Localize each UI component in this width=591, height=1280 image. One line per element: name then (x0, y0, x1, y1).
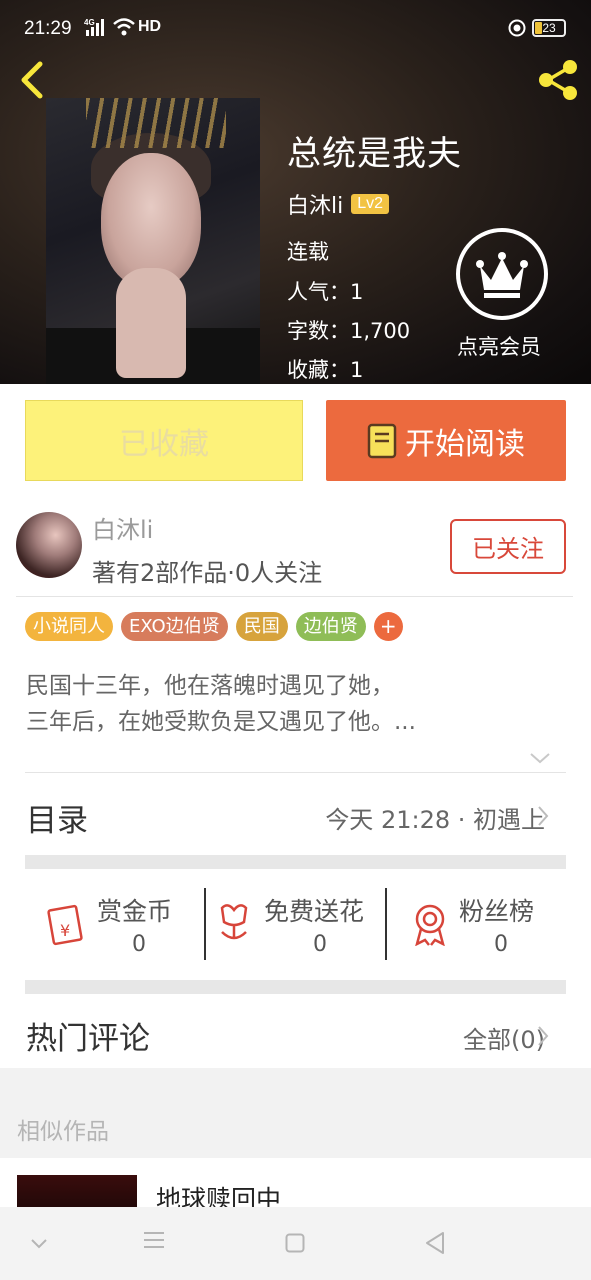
svg-text:¥: ¥ (60, 921, 70, 940)
hot-comments-label: 热门评论 (26, 1021, 150, 1057)
stat-label: 赏金币 (97, 897, 173, 926)
back-triangle-icon[interactable] (424, 1231, 446, 1255)
follow-label: 已关注 (472, 535, 544, 563)
section-separator (25, 980, 566, 994)
book-status: 连载 (287, 240, 329, 264)
author-avatar[interactable] (16, 512, 82, 578)
book-popularity: 人气：1 (287, 280, 364, 304)
toc-latest-chapter[interactable]: 今天 21:28 · 初遇上 (325, 800, 545, 835)
tag-list: 小说同人 EXO边伯贤 民国 边伯贤 + (25, 612, 403, 641)
vip-label: 点亮会员 (457, 335, 541, 359)
divider (25, 772, 566, 773)
book-word-count: 字数：1,700 (287, 319, 411, 343)
author-name[interactable]: 白沐li (287, 188, 343, 220)
home-square-icon[interactable] (285, 1233, 305, 1253)
tag-item[interactable]: 民国 (235, 612, 288, 641)
level-badge: Lv2 (351, 194, 390, 214)
author-line: 白沐li Lv2 (287, 188, 390, 220)
book-icon (367, 423, 397, 458)
reward-coins-stat[interactable]: ¥ 赏金币 0 (25, 888, 205, 960)
share-icon[interactable] (534, 56, 582, 104)
stat-label: 免费送花 (264, 897, 365, 926)
chevron-down-icon[interactable] (30, 1238, 48, 1250)
start-reading-button[interactable]: 开始阅读 (326, 400, 566, 481)
book-favorites: 收藏：1 (287, 358, 364, 382)
network-type: 4G (84, 18, 95, 27)
wifi-icon (113, 18, 135, 36)
stat-value: 0 (132, 932, 146, 957)
tag-item[interactable]: 边伯贤 (295, 612, 366, 641)
stat-label: 粉丝榜 (459, 897, 535, 926)
tag-item[interactable]: 小说同人 (25, 612, 113, 641)
free-flower-stat[interactable]: 免费送花 0 (206, 888, 386, 960)
stat-value: 0 (494, 932, 508, 957)
medal-icon (415, 904, 445, 946)
fan-ranking-stat[interactable]: 粉丝榜 0 (387, 888, 566, 960)
signal-icon: 4G (84, 18, 104, 36)
red-envelope-icon: ¥ (47, 904, 83, 946)
add-tag-button[interactable]: + (373, 612, 403, 641)
menu-icon[interactable] (143, 1230, 165, 1250)
summary-line: 民国十三年，他在落魄时遇见了她， (26, 673, 394, 699)
book-summary[interactable]: 民国十三年，他在落魄时遇见了她， 三年后，在她受欺负是又遇见了他。... (26, 668, 416, 740)
divider (16, 596, 573, 597)
toc-label[interactable]: 目录 (26, 795, 88, 840)
start-reading-label: 开始阅读 (405, 426, 525, 462)
book-title: 总统是我夫 (287, 134, 462, 174)
tag-item[interactable]: EXO边伯贤 (121, 612, 228, 641)
book-detail-screen: 21:29 4G HD 23 总统是我夫 白沐li Lv2 连载 人气：1 字数… (0, 0, 591, 1280)
chevron-down-icon[interactable] (528, 750, 552, 766)
favorited-button[interactable]: 已收藏 (25, 400, 303, 481)
all-comments-link[interactable]: 全部(0) (463, 1020, 545, 1055)
chevron-right-icon (538, 806, 549, 826)
status-bar: 21:29 4G HD 23 (0, 0, 591, 48)
book-header: 21:29 4G HD 23 总统是我夫 白沐li Lv2 连载 人气：1 字数… (0, 0, 591, 384)
crown-icon (476, 252, 528, 298)
chevron-right-icon (538, 1026, 549, 1046)
summary-line: 三年后，在她受欺负是又遇见了他。... (26, 709, 416, 735)
follow-button[interactable]: 已关注 (450, 519, 566, 574)
hd-indicator: HD (138, 18, 162, 35)
profile-name[interactable]: 白沐li (92, 510, 153, 545)
favorited-label: 已收藏 (119, 426, 209, 462)
section-separator (25, 855, 566, 869)
profile-stats: 著有2部作品·0人关注 (92, 559, 323, 587)
flower-icon (220, 904, 248, 940)
vip-button[interactable] (456, 228, 548, 320)
similar-works-label: 相似作品 (17, 1119, 109, 1145)
back-arrow-icon[interactable] (14, 60, 50, 100)
stat-value: 0 (313, 932, 327, 957)
battery-level: 23 (542, 21, 556, 35)
circle-status-icon (508, 19, 526, 37)
status-time: 21:29 (24, 18, 72, 39)
battery-icon: 23 (532, 19, 566, 37)
book-cover-image[interactable] (46, 98, 260, 384)
